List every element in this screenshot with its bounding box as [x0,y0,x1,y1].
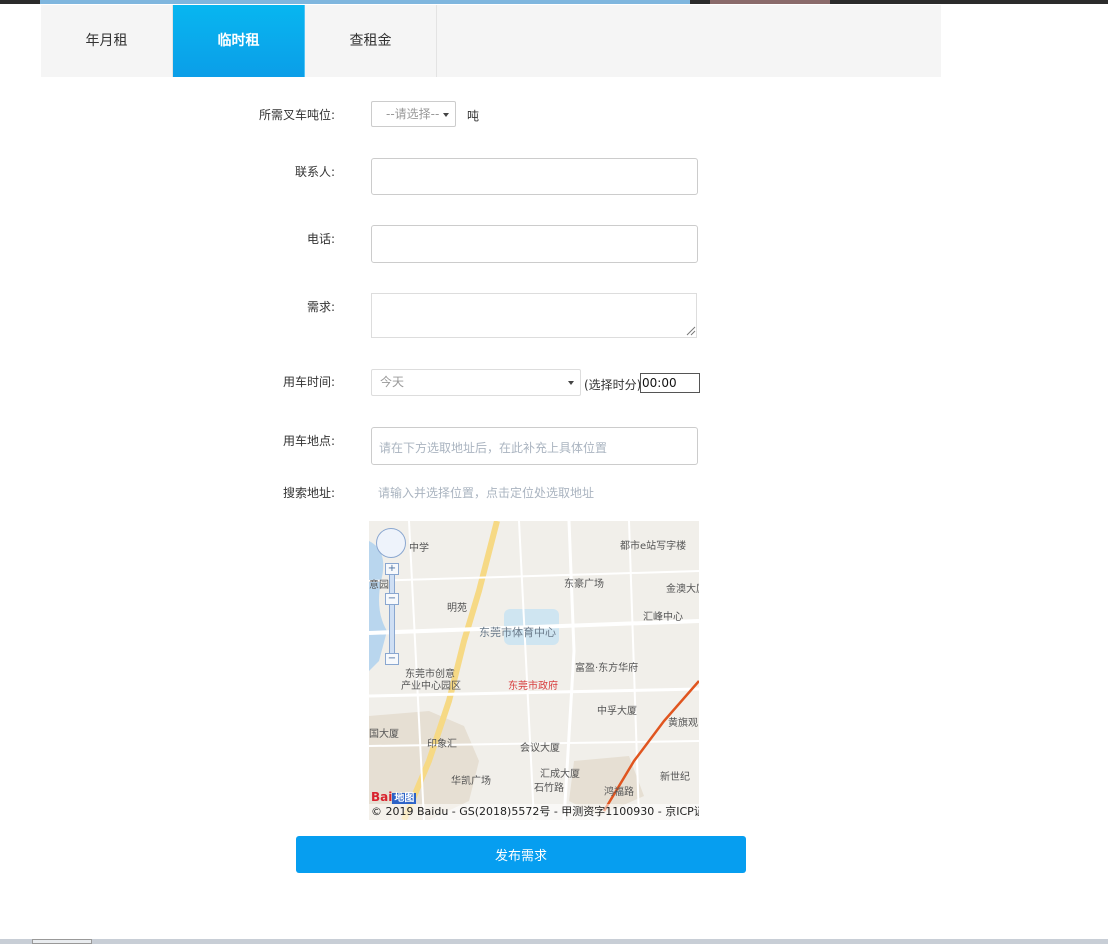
map-label: 产业中心园区 [401,681,461,692]
map-label: 新世纪 [660,772,690,783]
phone-input[interactable] [371,225,698,263]
time-label: 用车时间: [282,375,335,389]
location-label: 用车地点: [282,434,335,448]
zoom-handle[interactable]: − [385,593,399,605]
map-label: 东莞市体育中心 [479,626,556,639]
map-label: 国大厦 [369,729,399,740]
tab-temporary-rental[interactable]: 临时租 [173,5,305,77]
baidu-map-logo: Bai 地图 [371,789,417,804]
tab-monthly-rental[interactable]: 年月租 [41,5,173,77]
map-label: 明苑 [447,603,467,614]
chevron-down-icon [568,381,574,385]
tonnage-unit: 吨 [467,109,480,123]
map-label: 都市e站写字楼 [620,541,687,552]
map-label: 东豪广场 [564,579,604,590]
day-select[interactable]: 今天 [371,369,581,396]
publish-demand-button[interactable]: 发布需求 [296,836,746,873]
search-label: 搜索地址: [282,486,335,500]
map-label: 中学 [409,543,429,554]
map-copyright: © 2019 Baidu - GS(2018)5572号 - 甲测资字11009… [369,804,699,820]
time-hint: (选择时分) [584,378,642,392]
contact-label: 联系人: [294,165,335,179]
map-label: 中孚大厦 [597,706,637,717]
zoom-out-icon[interactable]: − [385,653,399,665]
map-label: 东莞市政府 [508,681,558,692]
demand-textarea[interactable] [371,293,697,338]
map-label: 意园 [369,580,389,591]
phone-label: 电话: [306,232,335,246]
chevron-down-icon [443,113,449,117]
tonnage-select[interactable]: --请选择-- [371,101,456,127]
location-placeholder: 请在下方选取地址后，在此补充上具体位置 [379,441,608,455]
time-input[interactable]: 00:00 [640,373,700,393]
search-input[interactable]: 请输入并选择位置，点击定位处选取地址 [371,479,698,505]
map-zoom-slider[interactable] [389,563,395,661]
location-input[interactable]: 请在下方选取地址后，在此补充上具体位置 [371,427,698,465]
map-view[interactable]: + − − 中学 都市e站写字楼 东豪广场 金澳大厦 意园 明苑 汇峰中心 东莞… [369,521,699,820]
map-label: 印象汇 [427,739,457,750]
map-label: 华凯广场 [451,776,491,787]
top-strip [0,0,1108,4]
day-select-value: 今天 [380,375,405,389]
baidu-logo-text: Bai [371,790,393,804]
baidu-logo-badge: 地图 [392,793,417,804]
demand-label: 需求: [306,300,335,314]
search-placeholder: 请输入并选择位置，点击定位处选取地址 [378,486,595,500]
tonnage-select-value: --请选择-- [386,107,440,121]
map-label: 黄旗观 [668,718,698,729]
map-label: 会议大厦 [520,743,560,754]
bottom-bar [0,939,1108,944]
map-label: 汇峰中心 [643,612,683,623]
map-label: 汇成大厦 [540,769,580,780]
map-label: 金澳大厦 [666,584,699,595]
rental-tabs: 年月租 临时租 查租金 [41,5,941,77]
tonnage-label: 所需叉车吨位: [258,108,335,122]
contact-input[interactable] [371,158,698,195]
resize-handle-icon[interactable] [686,326,696,336]
map-label: 鸿福路 [604,787,634,798]
map-label: 富盈·东方华府 [575,663,639,674]
zoom-in-icon[interactable]: + [385,563,399,575]
map-pan-control[interactable] [376,528,406,558]
map-label: 石竹路 [534,783,564,794]
tab-check-rent[interactable]: 查租金 [305,5,437,77]
